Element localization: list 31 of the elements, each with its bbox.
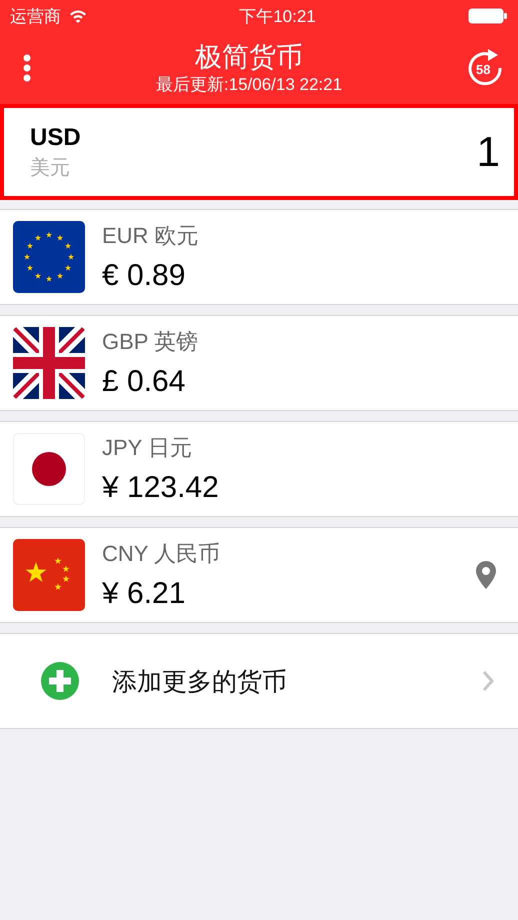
battery-icon (468, 8, 508, 24)
converted-value: £ 0.64 (102, 365, 186, 399)
currency-name: 美元 (30, 156, 71, 180)
currency-code: USD (30, 124, 81, 152)
currency-row[interactable]: GBP 英镑 £ 0.64 (0, 315, 518, 411)
currency-label: JPY 日元 (102, 434, 194, 462)
refresh-button[interactable]: 58 (466, 49, 504, 87)
currency-row[interactable]: EUR 欧元 € 0.89 (0, 209, 518, 305)
status-time: 下午10:21 (239, 6, 316, 28)
amount-value: 1 (476, 128, 500, 176)
flag-icon (13, 327, 85, 399)
wifi-icon (69, 9, 87, 23)
plus-icon (40, 661, 80, 701)
flag-icon (13, 539, 85, 611)
carrier-name: 运营商 (10, 6, 61, 28)
currency-row[interactable]: CNY 人民币 ¥ 6.21 (0, 527, 518, 623)
flag-icon (13, 221, 85, 293)
refresh-icon (466, 49, 504, 87)
last-updated: 最后更新:15/06/13 22:21 (156, 74, 342, 96)
currency-row[interactable]: JPY 日元 ¥ 123.42 (0, 421, 518, 517)
add-currency-button[interactable]: 添加更多的货币 (0, 633, 518, 729)
currency-label: GBP 英镑 (102, 328, 200, 356)
chevron-right-icon (482, 670, 494, 692)
converted-value: € 0.89 (102, 259, 186, 293)
currency-label: EUR 欧元 (102, 222, 200, 250)
currency-label: CNY 人民币 (102, 540, 222, 568)
base-currency-card[interactable]: USD 美元 1 (0, 104, 518, 200)
converted-value: ¥ 123.42 (102, 471, 220, 505)
converted-value: ¥ 6.21 (102, 577, 186, 611)
flag-icon (13, 433, 85, 505)
app-title: 极简货币 (194, 41, 303, 74)
